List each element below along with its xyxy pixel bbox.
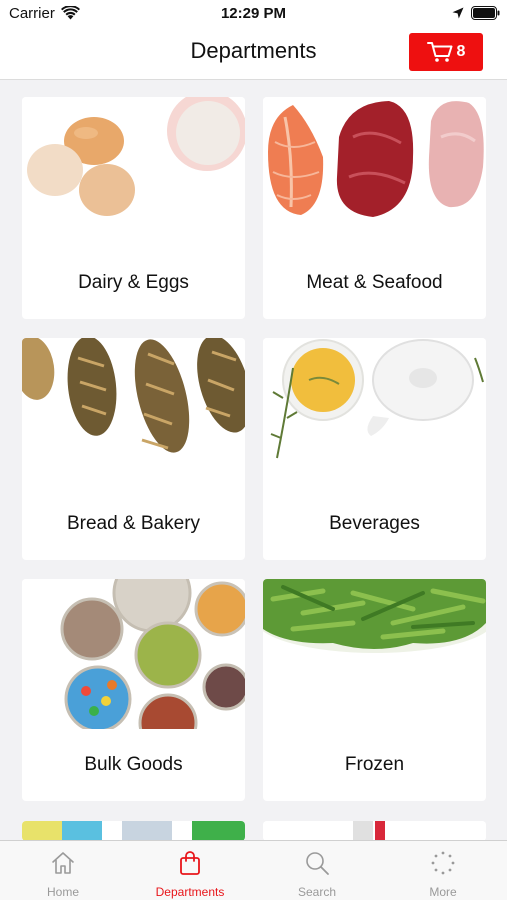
- partial-card-image: [22, 821, 245, 841]
- tab-label: Search: [297, 885, 337, 899]
- more-dots-icon: [431, 851, 455, 875]
- beverages-image: [263, 338, 486, 488]
- department-label: Bread & Bakery: [66, 513, 201, 534]
- tab-more[interactable]: More: [380, 841, 506, 900]
- battery-icon: [471, 6, 500, 20]
- department-card-bulk-goods[interactable]: Bulk Goods: [22, 579, 245, 801]
- search-icon: [306, 852, 329, 875]
- department-card-beverages[interactable]: Beverages: [263, 338, 486, 560]
- partial-card-image: [263, 821, 486, 841]
- department-card-partial-left[interactable]: [22, 821, 245, 841]
- shopping-cart-icon: [426, 42, 453, 62]
- bread-bakery-image: [22, 338, 245, 488]
- tab-search[interactable]: Search: [254, 841, 380, 900]
- department-card-partial-right[interactable]: [263, 821, 486, 841]
- department-label: Bulk Goods: [84, 754, 183, 775]
- department-label: Meat & Seafood: [306, 272, 443, 293]
- tab-label: More: [429, 885, 457, 899]
- cart-button[interactable]: 8: [409, 33, 483, 71]
- tab-label: Departments: [155, 885, 225, 899]
- department-card-meat-seafood[interactable]: Meat & Seafood: [263, 97, 486, 319]
- tab-bar: Home Departments Search More: [0, 840, 507, 900]
- tab-departments[interactable]: Departments: [127, 841, 253, 900]
- status-time: 12:29 PM: [220, 5, 287, 22]
- department-card-bread-bakery[interactable]: Bread & Bakery: [22, 338, 245, 560]
- department-label: Beverages: [329, 513, 420, 534]
- shopping-bag-icon: [180, 851, 200, 875]
- tab-home[interactable]: Home: [0, 841, 126, 900]
- department-label: Frozen: [344, 754, 405, 775]
- department-label: Dairy & Eggs: [78, 272, 189, 293]
- cart-count-badge: 8: [456, 43, 466, 60]
- frozen-image: [263, 579, 486, 729]
- meat-seafood-image: [263, 97, 486, 247]
- home-icon: [52, 852, 74, 874]
- location-arrow-icon: [452, 7, 464, 19]
- department-card-frozen[interactable]: Frozen: [263, 579, 486, 801]
- status-bar: Carrier 12:29 PM: [0, 0, 507, 28]
- department-card-dairy-eggs[interactable]: Dairy & Eggs: [22, 97, 245, 319]
- dairy-eggs-image: [22, 97, 245, 247]
- navigation-bar: Departments 8: [0, 28, 507, 80]
- tab-label: Home: [46, 885, 79, 899]
- bulk-goods-image: [22, 579, 245, 729]
